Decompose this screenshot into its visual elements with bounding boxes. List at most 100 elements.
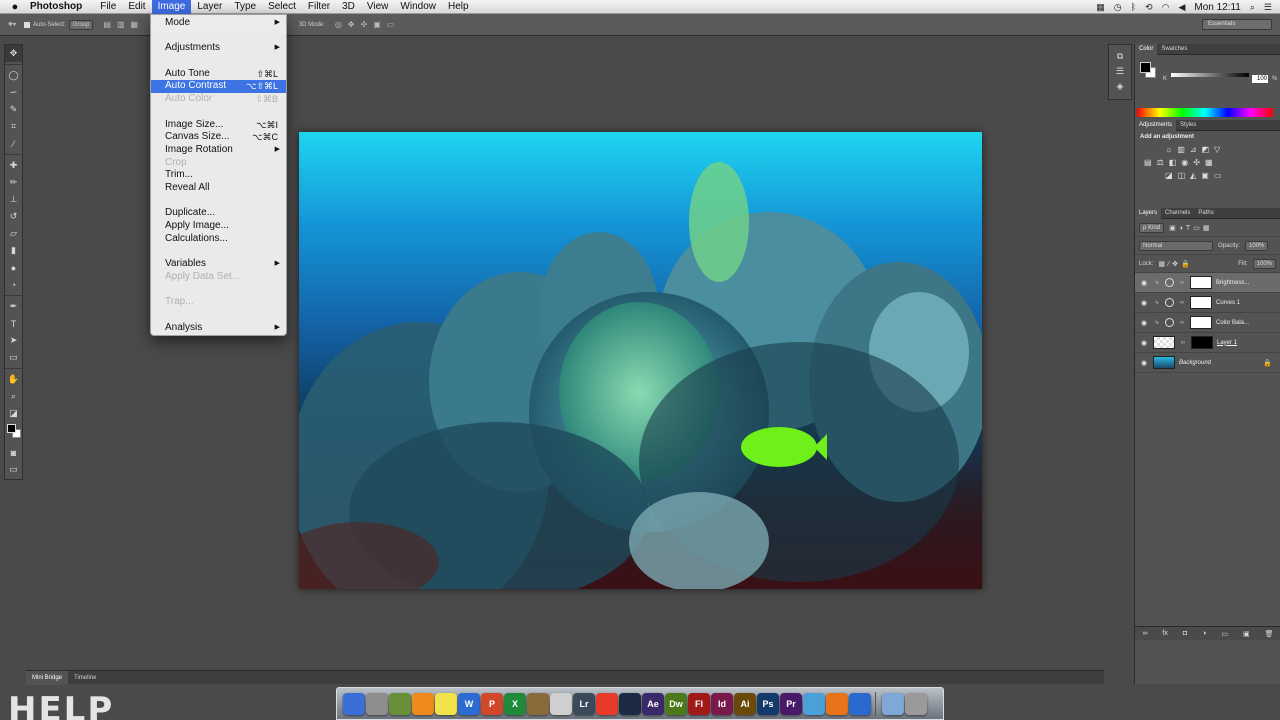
auto-select-dropdown[interactable]: Group	[68, 19, 94, 30]
finder-icon[interactable]	[343, 692, 365, 715]
wifi-icon[interactable]: ◠	[1162, 2, 1170, 13]
rectangle-tool-icon[interactable]: ▭	[5, 349, 22, 366]
default-colors-icon[interactable]: ◪	[5, 405, 22, 422]
healing-brush-tool-icon[interactable]: ✚	[5, 157, 22, 174]
layer-row[interactable]: ◉ Background 🔒	[1135, 353, 1280, 373]
menu-image[interactable]: Image	[151, 0, 192, 14]
new-layer-icon[interactable]: ▣	[1243, 630, 1250, 638]
levels-icon[interactable]: ▥	[1177, 145, 1185, 154]
menu-filter[interactable]: Filter	[302, 0, 336, 14]
volume-icon[interactable]: ◀	[1178, 2, 1185, 13]
curves-icon[interactable]: ⊿	[1190, 145, 1197, 154]
menu-item-reveal-all[interactable]: Reveal All	[151, 182, 286, 195]
layer-row[interactable]: ◉ ∞ Layer 1	[1135, 333, 1280, 353]
brush-tool-icon[interactable]: ✏	[5, 174, 22, 191]
chain-icon[interactable]: ∞	[1178, 320, 1186, 326]
menu-select[interactable]: Select	[262, 0, 302, 14]
visibility-eye-icon[interactable]: ◉	[1139, 299, 1149, 307]
history-panel-icon[interactable]: ⧉	[1117, 51, 1123, 62]
color-balance-icon[interactable]: ⚖	[1157, 158, 1164, 167]
tab-mini-bridge[interactable]: Mini Bridge	[26, 670, 69, 685]
tab-styles[interactable]: Styles	[1176, 120, 1200, 131]
add-mask-icon[interactable]: ◘	[1183, 630, 1187, 637]
tab-color[interactable]: Color	[1135, 43, 1158, 55]
black-white-icon[interactable]: ◧	[1169, 158, 1177, 167]
workspace-switcher[interactable]: Essentials	[1202, 19, 1272, 30]
menu-layer[interactable]: Layer	[191, 0, 228, 14]
layer-name[interactable]: Layer 1	[1217, 340, 1280, 346]
menu-item-trim[interactable]: Trim...	[151, 169, 286, 182]
menu-view[interactable]: View	[361, 0, 395, 14]
menu-item-analysis[interactable]: Analysis ▶	[151, 322, 286, 335]
new-group-icon[interactable]: ▭	[1221, 630, 1228, 638]
color-lookup-icon[interactable]: ▦	[1205, 158, 1213, 167]
move-tool-preset-icon[interactable]: ✥▾	[8, 21, 16, 28]
menu-file[interactable]: File	[94, 0, 122, 14]
color-swatches[interactable]	[5, 422, 22, 444]
menu-window[interactable]: Window	[394, 0, 442, 14]
chain-icon[interactable]: ∞	[1178, 300, 1186, 306]
aftereffects-icon[interactable]: Ae	[642, 692, 664, 715]
spotlight-icon[interactable]: ⌕	[1250, 2, 1255, 13]
menu-item-image-size[interactable]: Image Size... ⌥⌘I	[151, 119, 286, 132]
menu-type[interactable]: Type	[228, 0, 262, 14]
menu-item-apply-image[interactable]: Apply Image...	[151, 220, 286, 233]
layer-name[interactable]: Brightness...	[1216, 280, 1280, 286]
fill-field[interactable]: 100%	[1252, 258, 1276, 269]
menu-3d[interactable]: 3D	[336, 0, 361, 14]
indesign-icon[interactable]: Id	[711, 692, 733, 715]
screen-mode-icon[interactable]: ▭	[5, 461, 22, 478]
layer-mask-thumbnail[interactable]	[1190, 296, 1212, 309]
tab-layers[interactable]: Layers	[1135, 207, 1162, 219]
cinema-icon[interactable]	[619, 692, 641, 715]
clock[interactable]: Mon 12:11	[1194, 2, 1241, 13]
safari-icon[interactable]	[803, 692, 825, 715]
stickies-icon[interactable]	[435, 692, 457, 715]
bluetooth-icon[interactable]: ᛒ	[1131, 2, 1136, 12]
layer-row[interactable]: ◉ ↳ ∞ Brightness...	[1135, 273, 1280, 293]
move-tool-icon[interactable]: ✥	[5, 45, 22, 62]
menu-item-image-rotation[interactable]: Image Rotation ▶	[151, 144, 286, 157]
channel-mixer-icon[interactable]: ✣	[1193, 158, 1200, 167]
lasso-tool-icon[interactable]: ∽	[5, 84, 22, 101]
excel-icon[interactable]: X	[504, 692, 526, 715]
k-slider[interactable]	[1171, 73, 1249, 77]
menu-item-auto-tone[interactable]: Auto Tone ⇧⌘L	[151, 68, 286, 81]
layer-row[interactable]: ◉ ↳ ∞ Curves 1	[1135, 293, 1280, 313]
eraser-tool-icon[interactable]: ▱	[5, 225, 22, 242]
tab-channels[interactable]: Channels	[1161, 208, 1194, 219]
quick-select-tool-icon[interactable]: ✎	[5, 101, 22, 118]
notification-icon[interactable]: ☰	[1264, 2, 1272, 13]
launchpad-icon[interactable]	[366, 692, 388, 715]
foreground-color-swatch[interactable]	[7, 424, 16, 433]
zoom-tool-icon[interactable]: ⌕	[5, 388, 22, 405]
layer-name[interactable]: Curves 1	[1216, 300, 1280, 306]
selective-color-icon[interactable]: ▣	[1201, 171, 1209, 180]
dodge-tool-icon[interactable]: ◔	[5, 276, 22, 293]
filter-icons[interactable]: ▣◑T▭▦	[1169, 224, 1212, 232]
menu-item-mode[interactable]: Mode ▶	[151, 17, 286, 30]
premiere-icon[interactable]: Pr	[780, 692, 802, 715]
preview-icon[interactable]	[550, 692, 572, 715]
hue-saturation-icon[interactable]: ▤	[1144, 158, 1152, 167]
apple-menu-icon[interactable]: ●	[0, 1, 30, 13]
illustrator-icon[interactable]: Ai	[734, 692, 756, 715]
layer-name[interactable]: Color Bala...	[1216, 320, 1280, 326]
quick-mask-icon[interactable]: ◙	[5, 444, 22, 461]
word-icon[interactable]: W	[458, 692, 480, 715]
menu-item-calculations[interactable]: Calculations...	[151, 233, 286, 246]
sync-icon[interactable]: ⟲	[1145, 2, 1153, 13]
visibility-eye-icon[interactable]: ◉	[1139, 319, 1149, 327]
layer-mask-thumbnail[interactable]	[1191, 336, 1213, 349]
invert-icon[interactable]: ◪	[1165, 171, 1173, 180]
folder-icon[interactable]	[882, 692, 904, 715]
visibility-eye-icon[interactable]: ◉	[1139, 339, 1149, 347]
firefox-icon[interactable]	[826, 692, 848, 715]
menu-help[interactable]: Help	[442, 0, 475, 14]
photoshop-icon[interactable]: Ps	[757, 692, 779, 715]
new-adjustment-icon[interactable]: ◑	[1202, 630, 1206, 637]
posterize-icon[interactable]: ◫	[1178, 171, 1186, 180]
lock-icons[interactable]: ▦⁄✥🔒	[1158, 260, 1192, 268]
flash-icon[interactable]: Fl	[688, 692, 710, 715]
layer-mask-thumbnail[interactable]	[1190, 276, 1212, 289]
